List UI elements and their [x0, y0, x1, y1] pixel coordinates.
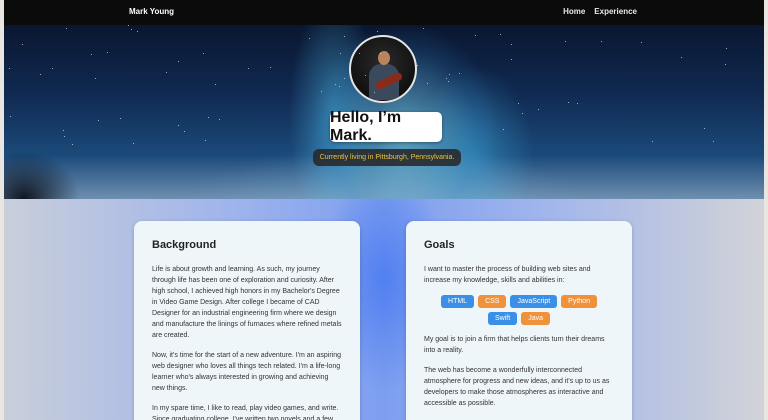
star-dot: [680, 56, 682, 58]
star-dot: [132, 143, 134, 145]
profile-avatar: [349, 35, 417, 103]
skills-list: HTML CSS JavaScript Python Swift Java: [428, 295, 610, 325]
star-dot: [518, 102, 520, 104]
star-dot: [177, 60, 179, 62]
skill-badge-html: HTML: [441, 295, 475, 308]
hero-subtitle: Currently living in Pittsburgh, Pennsylv…: [313, 149, 461, 166]
star-dot: [71, 143, 73, 145]
star-dot: [725, 47, 727, 49]
star-dot: [52, 67, 54, 69]
brand-link[interactable]: Mark Young: [129, 7, 174, 16]
star-dot: [652, 141, 654, 143]
star-dot: [344, 77, 346, 79]
star-dot: [409, 124, 411, 126]
star-dot: [91, 54, 93, 56]
tree-silhouette: [4, 119, 94, 199]
star-dot: [166, 72, 168, 74]
background-paragraph: Now, it's time for the start of a new ad…: [152, 352, 342, 392]
star-dot: [137, 31, 139, 32]
nav-experience-link[interactable]: Experience: [594, 7, 637, 16]
star-dot: [269, 67, 271, 68]
background-paragraph: Life is about growth and learning. As su…: [152, 266, 342, 339]
background-heading: Background: [152, 239, 217, 251]
star-dot: [475, 35, 477, 37]
star-dot: [422, 27, 424, 29]
goals-intro: I want to master the process of building…: [424, 266, 591, 284]
navbar: Mark Young Home Experience: [4, 0, 764, 25]
star-dot: [725, 63, 727, 65]
star-dot: [338, 85, 340, 87]
star-dot: [427, 83, 429, 85]
hero-title: Hello, I’m Mark.: [330, 109, 442, 144]
star-dot: [344, 35, 346, 37]
skill-badge-javascript: JavaScript: [510, 295, 558, 308]
star-dot: [364, 74, 366, 76]
skill-badge-css: CSS: [478, 295, 507, 308]
star-dot: [208, 116, 210, 118]
nav-home-link[interactable]: Home: [563, 7, 585, 16]
star-dot: [500, 34, 502, 36]
star-dot: [640, 42, 642, 44]
star-dot: [218, 118, 220, 120]
star-dot: [95, 78, 97, 80]
star-dot: [521, 113, 523, 115]
star-dot: [39, 74, 41, 76]
star-dot: [600, 41, 602, 43]
star-dot: [511, 43, 513, 45]
star-dot: [106, 51, 108, 53]
star-dot: [184, 131, 186, 133]
goals-paragraph: My goal is to join a firm that helps cli…: [424, 336, 605, 354]
skill-badge-python: Python: [561, 295, 597, 308]
star-dot: [22, 43, 24, 45]
star-dot: [128, 25, 130, 27]
star-dot: [308, 38, 310, 40]
goals-card: Goals I want to master the process of bu…: [406, 221, 632, 420]
star-dot: [447, 81, 449, 83]
star-dot: [215, 83, 217, 85]
star-dot: [502, 129, 504, 131]
star-dot: [537, 108, 539, 110]
star-dot: [703, 128, 705, 130]
star-dot: [205, 139, 207, 141]
star-dot: [376, 31, 378, 33]
star-dot: [10, 115, 12, 117]
star-dot: [417, 64, 419, 66]
star-dot: [119, 117, 121, 119]
star-dot: [334, 84, 336, 86]
goals-heading: Goals: [424, 239, 455, 251]
star-dot: [177, 124, 179, 126]
star-dot: [713, 141, 715, 143]
star-dot: [320, 91, 322, 93]
star-dot: [65, 27, 67, 29]
star-dot: [131, 29, 133, 31]
nav-links: Home Experience: [563, 7, 637, 16]
star-dot: [459, 73, 461, 75]
skill-badge-java: Java: [521, 312, 550, 325]
star-dot: [446, 77, 448, 79]
star-dot: [340, 52, 342, 54]
star-dot: [568, 101, 570, 103]
star-dot: [576, 103, 578, 105]
content-section: Background Life is about growth and lear…: [4, 199, 764, 420]
star-dot: [98, 120, 100, 122]
star-dot: [203, 53, 205, 55]
goals-paragraph: The web has become a wonderfully interco…: [424, 367, 610, 407]
star-dot: [564, 40, 566, 42]
browser-viewport: Mark Young Home Experience Hello, I’m Ma…: [4, 0, 764, 420]
skill-badge-swift: Swift: [488, 312, 518, 325]
star-dot: [248, 67, 250, 69]
star-dot: [511, 58, 513, 60]
background-paragraph: In my spare time, I like to read, play v…: [152, 405, 339, 420]
star-dot: [9, 68, 11, 70]
hero-banner: Hello, I’m Mark. Currently living in Pit…: [4, 25, 764, 199]
background-card: Background Life is about growth and lear…: [134, 221, 360, 420]
star-dot: [449, 74, 450, 76]
